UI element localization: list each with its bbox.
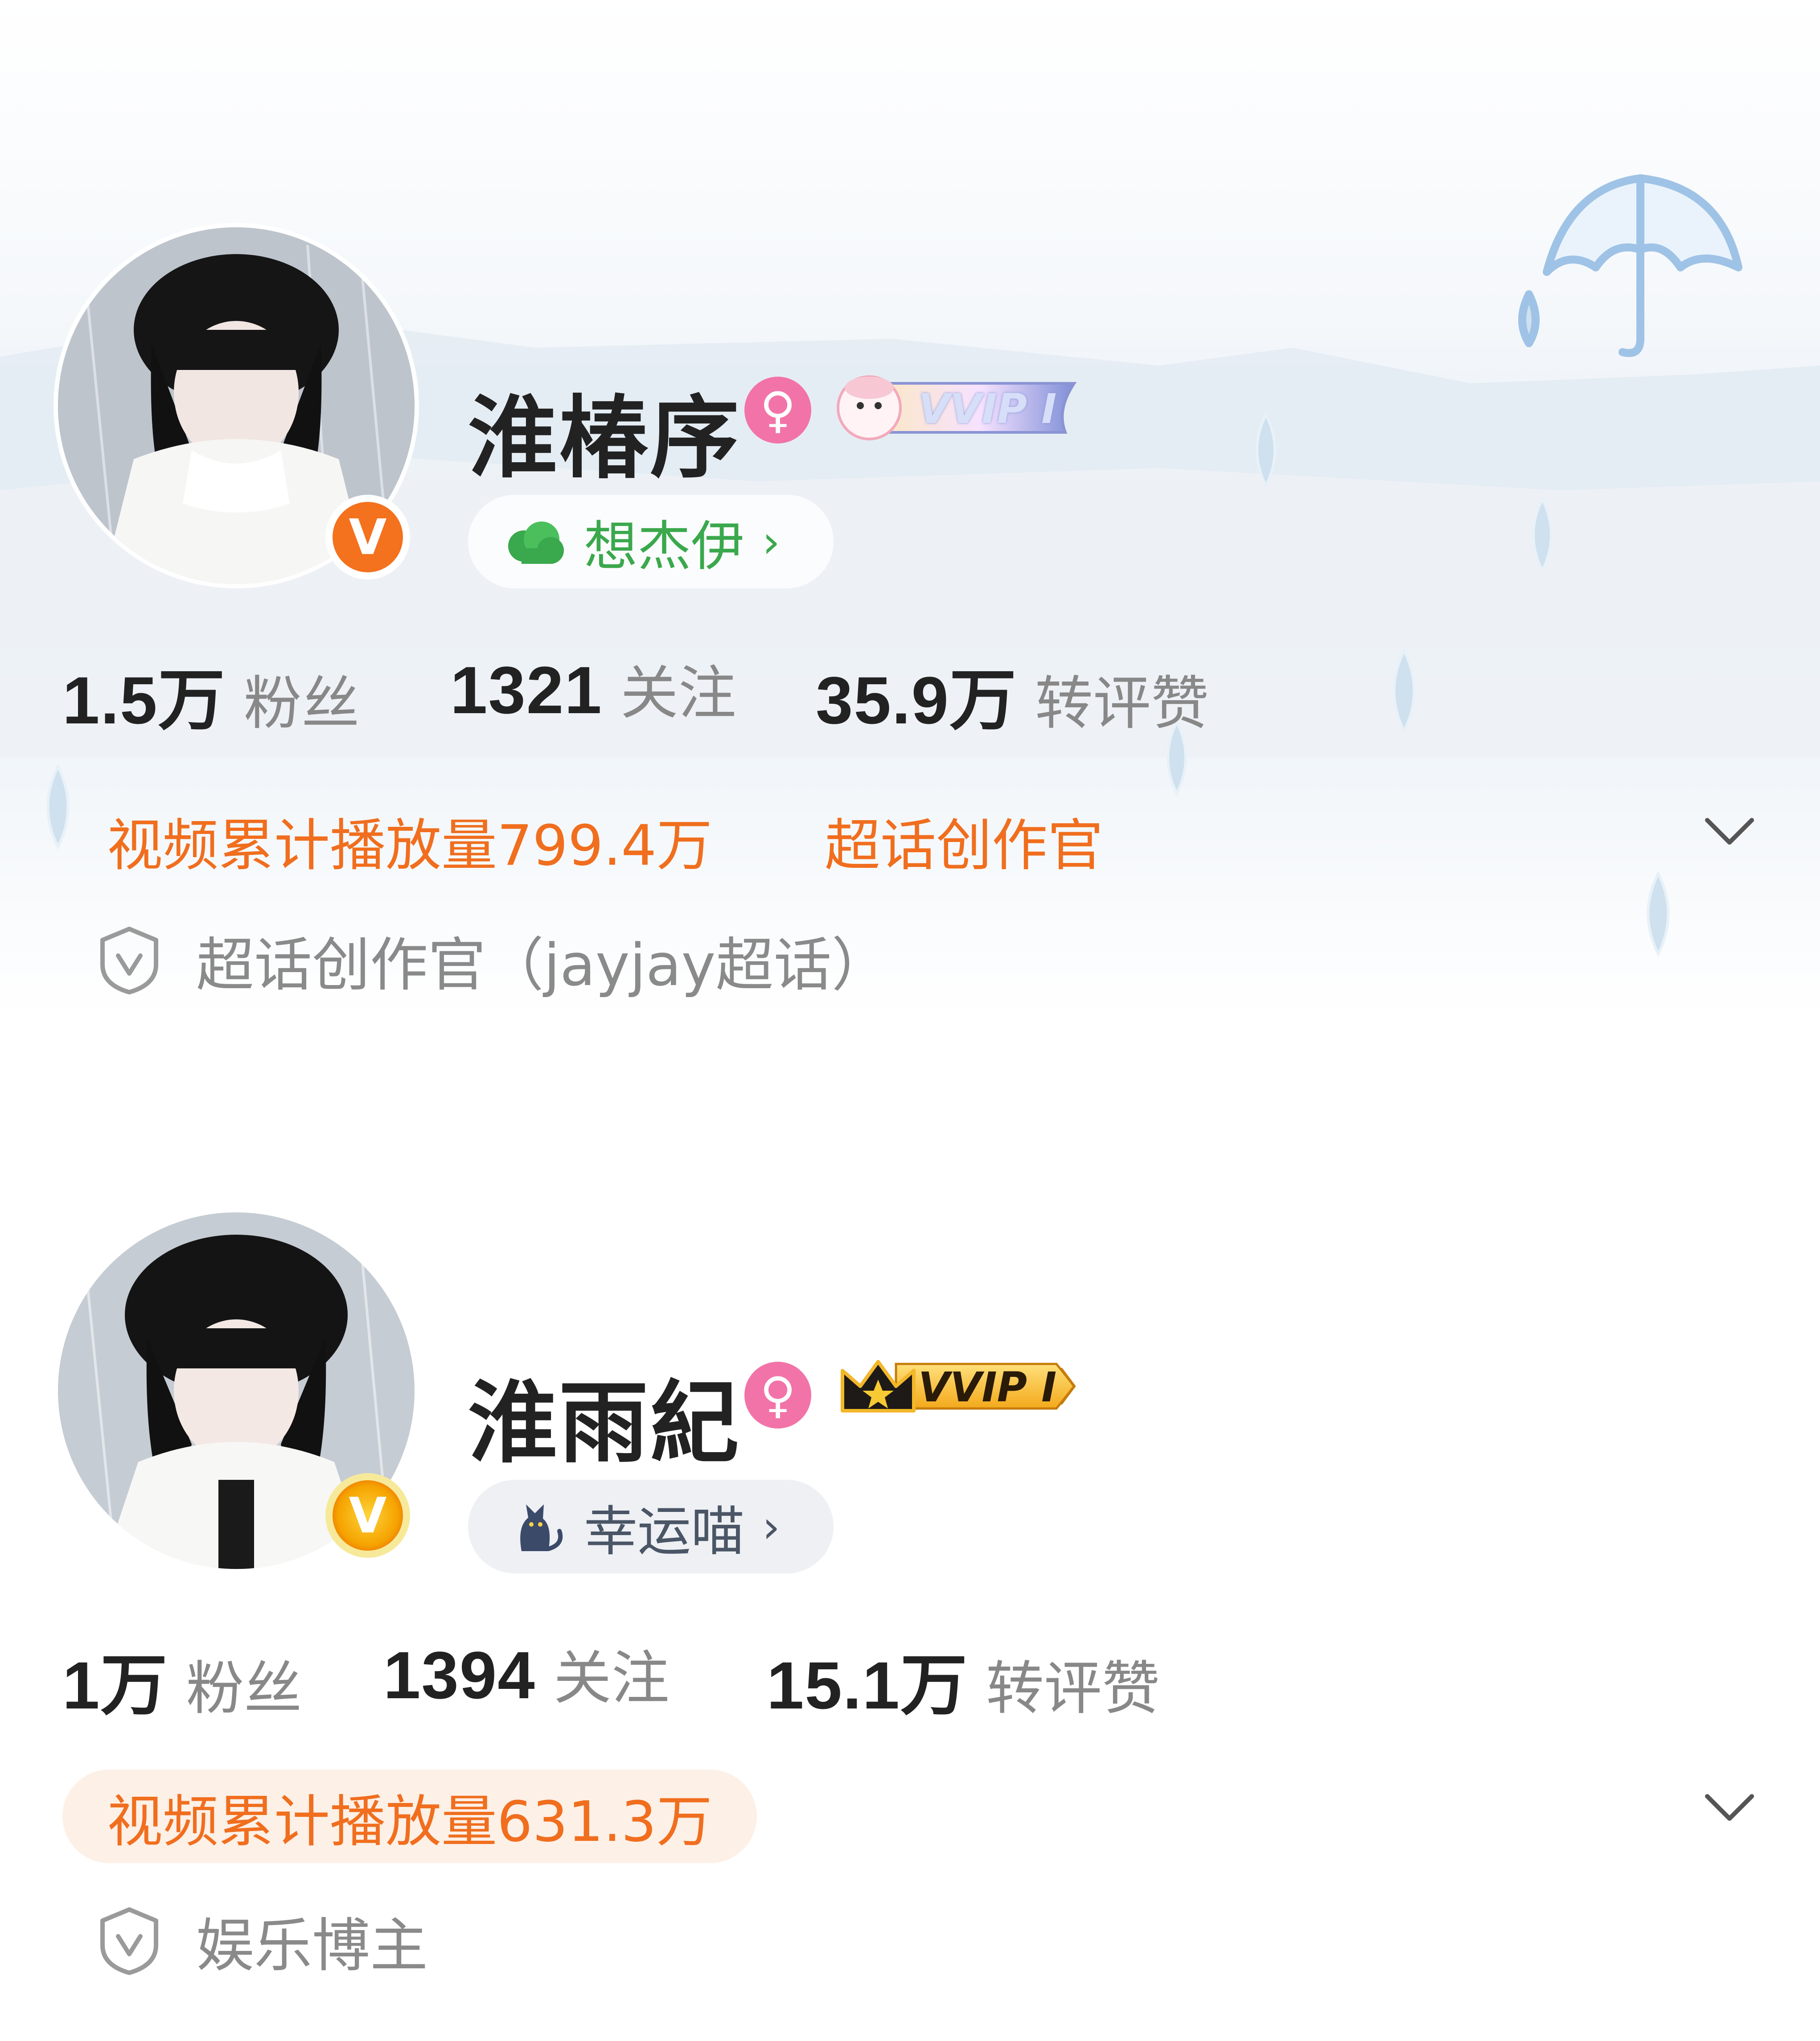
chevron-down-icon[interactable] [1703, 1781, 1756, 1834]
female-icon: ♀ [744, 1362, 811, 1429]
stat-value: 1.5万 [62, 663, 226, 738]
stat-following[interactable]: 1394 关注 [383, 1631, 670, 1715]
highlight-video-plays[interactable]: 视频累计播放量799.4万 [62, 793, 757, 887]
chevron-right-icon: › [762, 1500, 780, 1553]
highlight-video-plays[interactable]: 视频累计播放量631.3万 [62, 1770, 757, 1863]
avatar-frame[interactable]: V [58, 1212, 415, 1569]
avatar-frame[interactable]: V [58, 227, 415, 584]
profile-card-1: V 淮椿序 ♀ VVIP I 想杰伊 › 1.5万 粉丝 1321 关注 35.… [0, 0, 1820, 1016]
stat-value: 1万 [62, 1648, 168, 1723]
stat-label: 粉丝 [186, 1655, 302, 1722]
stat-value: 1321 [450, 653, 603, 727]
chevron-down-icon[interactable] [1703, 805, 1756, 858]
cloud-clover-icon [508, 522, 564, 564]
profile-card-2: V 淮雨紀 ♀ VVIP I 幸运喵 › 1万 粉丝 1394 关注 15.1万… [0, 1016, 1820, 2041]
tag-chip[interactable]: 幸运喵 › [468, 1480, 834, 1573]
profile-name: 淮椿序 [468, 386, 741, 490]
vvip-badge[interactable]: VVIP I [834, 374, 1083, 441]
stat-reposts-comments-likes[interactable]: 35.9万 转评赞 [816, 646, 1209, 743]
stat-reposts-comments-likes[interactable]: 15.1万 转评赞 [767, 1631, 1160, 1728]
tag-label: 想杰伊 [584, 516, 744, 578]
vvip-label: VVIP I [918, 1363, 1057, 1411]
stat-followers[interactable]: 1.5万 粉丝 [62, 646, 360, 743]
verified-badge-gold-icon: V [325, 1473, 410, 1558]
stat-value: 15.1万 [767, 1648, 968, 1723]
stat-following[interactable]: 1321 关注 [450, 646, 736, 730]
stat-label: 转评赞 [986, 1655, 1160, 1722]
verified-badge-icon: V [325, 495, 410, 579]
shield-v-icon [100, 927, 158, 994]
stat-label: 转评赞 [1035, 669, 1209, 737]
certification-row[interactable]: 娱乐博主 [98, 1899, 428, 1983]
tag-chip[interactable]: 想杰伊 › [468, 495, 834, 588]
certification-text: 超话创作官（jayjay超话） [196, 931, 890, 999]
stat-value: 35.9万 [816, 663, 1017, 738]
shield-v-icon [100, 1907, 158, 1975]
chevron-right-icon: › [762, 515, 780, 568]
certification-row[interactable]: 超话创作官（jayjay超话） [98, 918, 889, 1002]
cat-icon [520, 1504, 563, 1551]
vvip-label: VVIP I [918, 385, 1057, 433]
stat-label: 关注 [553, 1644, 670, 1712]
stat-followers[interactable]: 1万 粉丝 [62, 1631, 302, 1728]
certification-text: 娱乐博主 [196, 1912, 428, 1979]
female-icon: ♀ [744, 377, 811, 444]
stat-label: 关注 [620, 659, 736, 727]
highlight-supertopic-creator[interactable]: 超话创作官 [780, 793, 1148, 887]
profile-name: 淮雨紀 [468, 1372, 741, 1475]
stat-label: 粉丝 [243, 669, 360, 737]
vvip-badge[interactable]: VVIP I [834, 1353, 1083, 1420]
tag-label: 幸运喵 [584, 1501, 744, 1563]
stat-value: 1394 [383, 1638, 536, 1712]
